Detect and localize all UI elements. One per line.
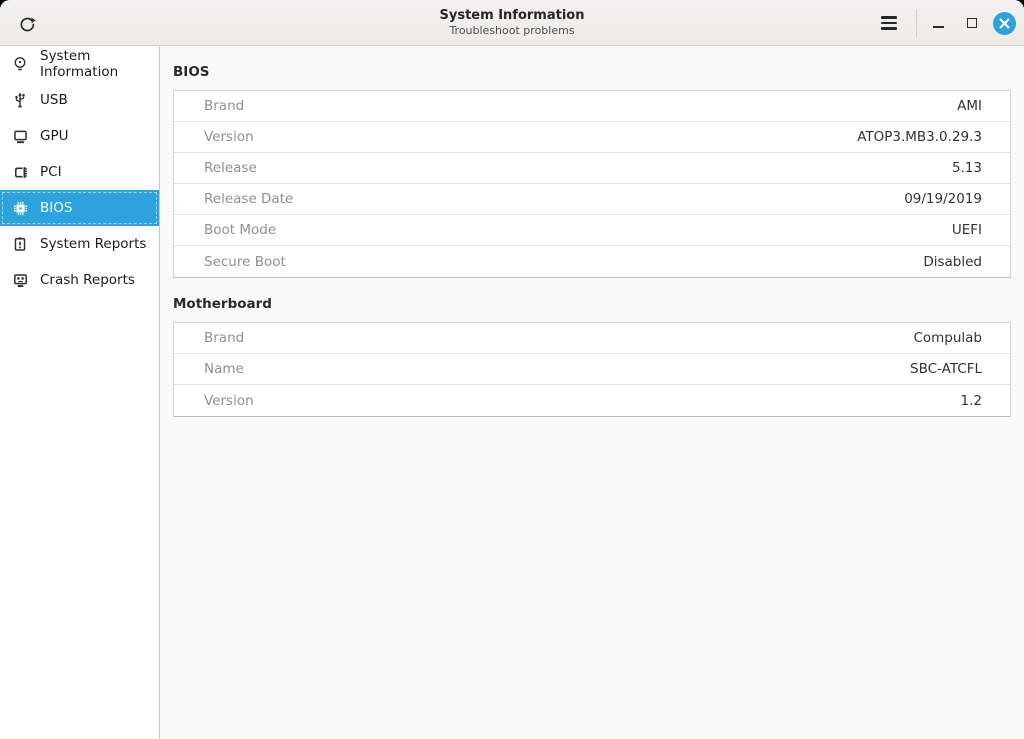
table-row: Release 5.13: [174, 153, 1010, 184]
minimize-icon: [933, 26, 944, 28]
row-label: Release Date: [204, 191, 293, 207]
row-value: 5.13: [952, 160, 982, 176]
table-row: Brand Compulab: [174, 323, 1010, 354]
table-row: Boot Mode UEFI: [174, 215, 1010, 246]
sidebar-item-pci[interactable]: PCI: [0, 154, 159, 190]
hamburger-menu-button[interactable]: [874, 8, 904, 38]
motherboard-table: Brand Compulab Name SBC-ATCFL Version 1.…: [173, 322, 1011, 417]
sidebar-item-label: System Information: [40, 48, 151, 80]
expansion-card-icon: [10, 162, 30, 182]
close-button[interactable]: [993, 12, 1016, 35]
window-controls: [874, 0, 1016, 46]
row-value: Disabled: [923, 254, 982, 270]
header-separator: [916, 9, 917, 37]
app-window: System Information Troubleshoot problems: [0, 0, 1024, 739]
sidebar-item-crash-reports[interactable]: Crash Reports: [0, 262, 159, 298]
close-icon: [999, 18, 1010, 29]
row-label: Version: [204, 129, 254, 145]
sidebar-item-label: PCI: [40, 164, 62, 180]
header-titles: System Information Troubleshoot problems: [440, 8, 585, 38]
sidebar-item-label: System Reports: [40, 236, 146, 252]
row-label: Boot Mode: [204, 222, 276, 238]
sidebar-item-usb[interactable]: USB: [0, 82, 159, 118]
row-value: ATOP3.MB3.0.29.3: [857, 129, 982, 145]
table-row: Release Date 09/19/2019: [174, 184, 1010, 215]
lightbulb-icon: [10, 54, 30, 74]
crash-monitor-icon: [10, 270, 30, 290]
content-panel: BIOS Brand AMI Version ATOP3.MB3.0.29.3 …: [160, 46, 1024, 739]
sidebar-item-label: BIOS: [40, 200, 72, 216]
section-title-motherboard: Motherboard: [173, 296, 1011, 312]
hamburger-menu-icon: [881, 16, 897, 19]
row-label: Brand: [204, 98, 244, 114]
maximize-button[interactable]: [959, 10, 985, 36]
row-label: Name: [204, 361, 244, 377]
bios-table: Brand AMI Version ATOP3.MB3.0.29.3 Relea…: [173, 90, 1011, 278]
sidebar-item-label: Crash Reports: [40, 272, 135, 288]
row-value: 1.2: [961, 393, 982, 409]
row-value: Compulab: [913, 330, 982, 346]
row-label: Secure Boot: [204, 254, 286, 270]
minimize-button[interactable]: [925, 10, 951, 36]
sidebar-item-system-information[interactable]: System Information: [0, 46, 159, 82]
window-subtitle: Troubleshoot problems: [440, 24, 585, 38]
sidebar-item-label: GPU: [40, 128, 68, 144]
row-label: Release: [204, 160, 257, 176]
row-label: Brand: [204, 330, 244, 346]
table-row: Secure Boot Disabled: [174, 246, 1010, 277]
headerbar: System Information Troubleshoot problems: [0, 0, 1024, 46]
row-value: AMI: [957, 98, 982, 114]
table-row: Version ATOP3.MB3.0.29.3: [174, 122, 1010, 153]
sidebar-item-gpu[interactable]: GPU: [0, 118, 159, 154]
sidebar: System Information USB: [0, 46, 160, 739]
refresh-icon: [18, 15, 37, 34]
maximize-icon: [967, 18, 977, 28]
main-area: System Information USB: [0, 46, 1024, 739]
usb-icon: [10, 90, 30, 110]
table-row: Version 1.2: [174, 385, 1010, 416]
refresh-button[interactable]: [14, 11, 40, 37]
row-value: 09/19/2019: [904, 191, 982, 207]
row-label: Version: [204, 393, 254, 409]
section-title-bios: BIOS: [173, 64, 1011, 80]
row-value: SBC-ATCFL: [910, 361, 982, 377]
table-row: Name SBC-ATCFL: [174, 354, 1010, 385]
clipboard-alert-icon: [10, 234, 30, 254]
sidebar-item-bios[interactable]: BIOS: [0, 190, 159, 226]
window-title: System Information: [440, 8, 585, 24]
sidebar-item-system-reports[interactable]: System Reports: [0, 226, 159, 262]
row-value: UEFI: [952, 222, 982, 238]
monitor-icon: [10, 126, 30, 146]
table-row: Brand AMI: [174, 91, 1010, 122]
chip-icon: [10, 198, 30, 218]
sidebar-item-label: USB: [40, 92, 68, 108]
